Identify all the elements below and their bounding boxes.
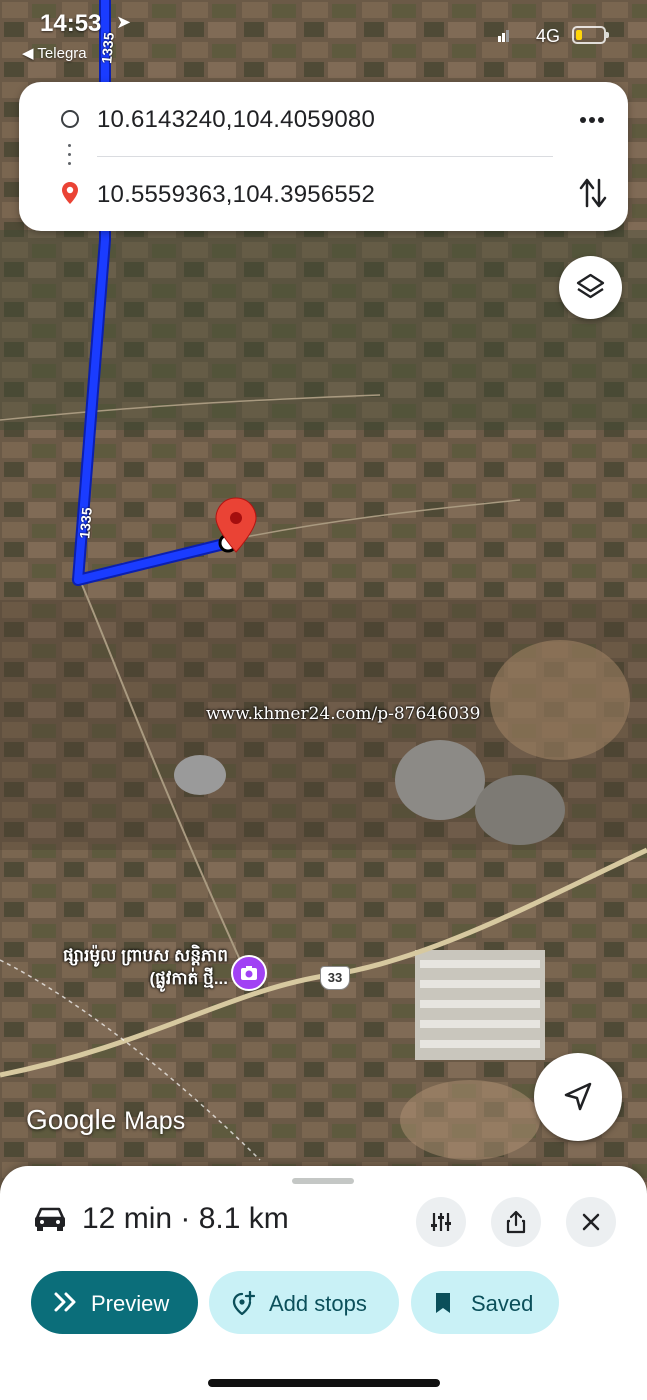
route-card: 10.6143240,104.4059080 10.5559363,104.39…	[19, 82, 628, 231]
add-stops-label: Add stops	[269, 1291, 367, 1316]
destination-pin-small-icon	[62, 182, 78, 204]
google-maps-logo: Google Maps	[26, 1104, 186, 1135]
back-to-app-link[interactable]: ◀ Telegra	[22, 44, 87, 62]
add-stops-button[interactable]: Add stops	[209, 1271, 399, 1334]
place-camera-pin-icon[interactable]	[231, 955, 267, 991]
status-bar: 14:53 ➤ ◀ Telegra 4G	[0, 0, 647, 70]
field-divider	[97, 156, 553, 157]
signal-icon	[498, 30, 509, 42]
double-chevron-icon	[54, 1292, 76, 1312]
trip-summary: 12 min · 8.1 km	[82, 1202, 289, 1235]
navigation-arrow-icon	[564, 1082, 592, 1111]
share-icon	[506, 1210, 526, 1234]
watermark-text: www.khmer24.com/p-87646039	[206, 704, 481, 724]
more-options-icon[interactable]	[577, 110, 607, 130]
route-dots-icon	[68, 144, 72, 171]
place-label[interactable]: ផ្សារម៉ូល ព្រាបស សន្តិភាព (ផ្លូវកាត់ ថ្ម…	[48, 944, 228, 990]
directions-sheet: 12 min · 8.1 km Preview Add stops Saved	[0, 1166, 647, 1400]
close-button[interactable]	[566, 1197, 616, 1247]
swap-directions-icon[interactable]	[579, 176, 607, 210]
route-options-button[interactable]	[416, 1197, 466, 1247]
layers-button[interactable]	[559, 256, 622, 319]
preview-label: Preview	[91, 1291, 170, 1316]
bookmark-icon	[436, 1293, 450, 1313]
road-label-1335: 1335	[76, 506, 95, 540]
location-arrow-icon: ➤	[116, 12, 132, 32]
origin-field[interactable]: 10.6143240,104.4059080	[97, 106, 375, 134]
home-indicator[interactable]	[208, 1379, 440, 1387]
network-type: 4G	[536, 26, 561, 46]
saved-label: Saved	[471, 1291, 534, 1316]
saved-button[interactable]: Saved	[411, 1271, 559, 1334]
destination-field[interactable]: 10.5559363,104.3956552	[97, 181, 375, 209]
add-location-icon	[232, 1291, 255, 1315]
layers-icon	[576, 273, 605, 299]
origin-circle-icon	[61, 110, 79, 128]
road-shield-33: 33	[320, 966, 350, 990]
close-icon	[582, 1213, 600, 1231]
sheet-drag-handle[interactable]	[292, 1178, 354, 1184]
preview-button[interactable]: Preview	[31, 1271, 198, 1334]
recenter-button[interactable]	[534, 1053, 622, 1141]
share-button[interactable]	[491, 1197, 541, 1247]
tune-icon	[431, 1213, 451, 1231]
status-time: 14:53	[40, 10, 102, 37]
car-icon	[35, 1207, 65, 1231]
battery-icon	[572, 26, 609, 44]
